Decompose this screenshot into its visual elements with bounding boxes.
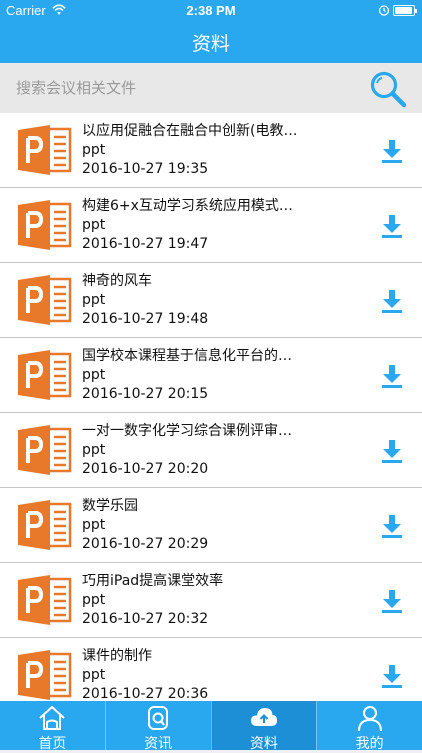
file-info: 神奇的风车 ppt 2016-10-27 19:48 (82, 272, 320, 329)
file-row[interactable]: 构建6+x互动学习系统应用模式… ppt 2016-10-27 19:47 (0, 188, 422, 263)
file-title: 国学校本课程基于信息化平台的… (82, 348, 292, 364)
file-row[interactable]: 神奇的风车 ppt 2016-10-27 19:48 (0, 263, 422, 338)
file-title: 巧用iPad提高课堂效率 (82, 573, 224, 589)
powerpoint-file-icon (18, 500, 72, 550)
tab-profile-label: 我的 (355, 736, 384, 752)
page-title: 资料 (191, 33, 230, 55)
file-title: 一对一数字化学习综合课例评审… (82, 423, 292, 439)
powerpoint-file-icon (18, 650, 72, 700)
file-date: 2016-10-27 19:48 (82, 311, 209, 327)
tab-home[interactable]: 首页 (0, 701, 105, 752)
home-icon (39, 706, 66, 730)
search-bar (0, 63, 422, 113)
file-type: ppt (82, 217, 106, 233)
download-icon[interactable] (378, 512, 406, 540)
file-title: 以应用促融合在融合中创新(电教… (82, 123, 298, 139)
file-row[interactable]: 课件的制作 ppt 2016-10-27 20:36 (0, 638, 422, 701)
download-icon[interactable] (378, 362, 406, 390)
file-type: ppt (82, 667, 106, 683)
download-icon[interactable] (378, 437, 406, 465)
download-icon[interactable] (378, 662, 406, 690)
download-icon[interactable] (378, 212, 406, 240)
tab-home-label: 首页 (38, 736, 67, 752)
alarm-icon (378, 5, 390, 16)
file-list: 以应用促融合在融合中创新(电教… ppt 2016-10-27 19:35 构建… (0, 113, 422, 701)
powerpoint-file-icon (18, 350, 72, 400)
powerpoint-file-icon (18, 200, 72, 250)
file-row[interactable]: 以应用促融合在融合中创新(电教… ppt 2016-10-27 19:35 (0, 113, 422, 188)
tab-materials[interactable]: 资料 (210, 701, 317, 752)
tab-materials-label: 资料 (249, 736, 278, 752)
file-date: 2016-10-27 20:29 (82, 536, 209, 552)
file-title: 神奇的风车 (82, 273, 152, 289)
file-date: 2016-10-27 20:36 (82, 686, 209, 701)
status-time: 2:38 PM (186, 3, 236, 18)
download-icon[interactable] (378, 287, 406, 315)
file-title: 数学乐园 (82, 498, 138, 514)
file-type: ppt (82, 292, 106, 308)
file-row[interactable]: 国学校本课程基于信息化平台的… ppt 2016-10-27 20:15 (0, 338, 422, 413)
file-info: 课件的制作 ppt 2016-10-27 20:36 (82, 647, 320, 701)
powerpoint-file-icon (18, 575, 72, 625)
search-icon[interactable] (368, 69, 408, 109)
powerpoint-file-icon (18, 425, 72, 475)
file-info: 数学乐园 ppt 2016-10-27 20:29 (82, 497, 320, 554)
file-info: 一对一数字化学习综合课例评审… ppt 2016-10-27 20:20 (82, 422, 320, 479)
search-input[interactable] (16, 77, 346, 99)
file-type: ppt (82, 442, 106, 458)
file-type: ppt (82, 367, 106, 383)
file-title: 课件的制作 (82, 648, 152, 664)
file-info: 构建6+x互动学习系统应用模式… ppt 2016-10-27 19:47 (82, 197, 320, 254)
download-icon[interactable] (378, 137, 406, 165)
file-date: 2016-10-27 20:20 (82, 461, 209, 477)
user-icon (357, 706, 382, 732)
download-icon[interactable] (378, 587, 406, 615)
powerpoint-file-icon (18, 125, 72, 175)
powerpoint-file-icon (18, 275, 72, 325)
tab-bar: 首页 资讯 资料 我的 (0, 701, 422, 752)
file-type: ppt (82, 592, 106, 608)
tab-news[interactable]: 资讯 (104, 701, 211, 752)
file-date: 2016-10-27 19:47 (82, 236, 209, 252)
news-icon (148, 706, 169, 730)
top-header: Carrier 2:38 PM 资料 (0, 0, 422, 63)
file-info: 巧用iPad提高课堂效率 ppt 2016-10-27 20:32 (82, 572, 320, 629)
file-row[interactable]: 一对一数字化学习综合课例评审… ppt 2016-10-27 20:20 (0, 413, 422, 488)
status-bar: Carrier 2:38 PM (0, 0, 422, 22)
tab-profile[interactable]: 我的 (316, 701, 422, 752)
file-date: 2016-10-27 19:35 (82, 161, 209, 177)
file-info: 国学校本课程基于信息化平台的… ppt 2016-10-27 20:15 (82, 347, 320, 404)
cloud-icon (250, 708, 277, 726)
file-date: 2016-10-27 20:32 (82, 611, 209, 627)
file-type: ppt (82, 517, 106, 533)
file-title: 构建6+x互动学习系统应用模式… (82, 198, 293, 214)
file-row[interactable]: 数学乐园 ppt 2016-10-27 20:29 (0, 488, 422, 563)
battery-icon (393, 5, 417, 16)
file-type: ppt (82, 142, 106, 158)
file-row[interactable]: 巧用iPad提高课堂效率 ppt 2016-10-27 20:32 (0, 563, 422, 638)
file-date: 2016-10-27 20:15 (82, 386, 209, 402)
tab-news-label: 资讯 (144, 736, 173, 752)
file-info: 以应用促融合在融合中创新(电教… ppt 2016-10-27 19:35 (82, 122, 320, 179)
